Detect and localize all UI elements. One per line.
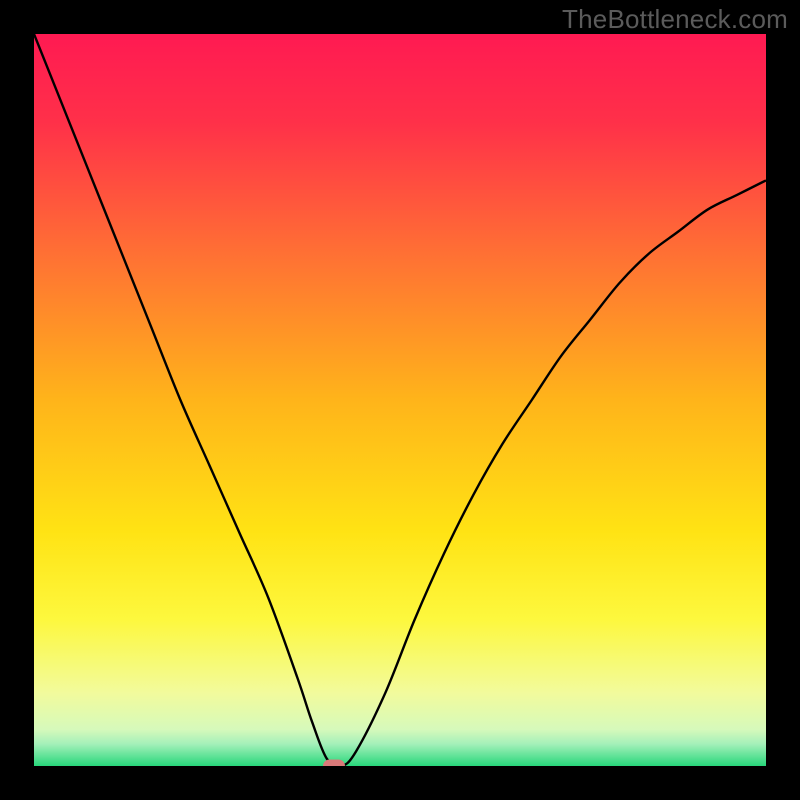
watermark-text: TheBottleneck.com [562, 4, 788, 35]
plot-area [34, 34, 766, 766]
curve-layer [34, 34, 766, 766]
chart-frame: TheBottleneck.com [0, 0, 800, 800]
minimum-marker [323, 760, 345, 767]
bottleneck-curve [34, 34, 766, 766]
